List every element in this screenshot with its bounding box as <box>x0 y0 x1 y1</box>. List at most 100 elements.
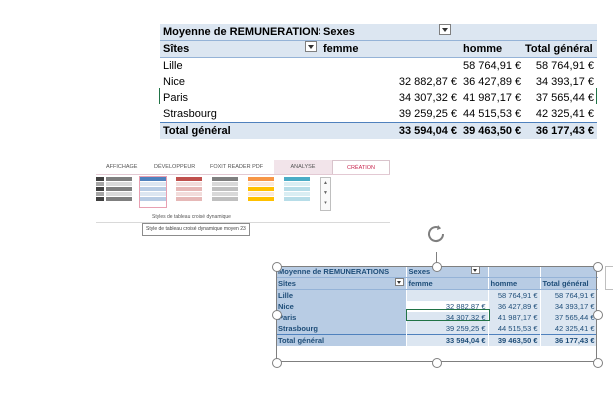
tab-foxit-reader-pdf[interactable]: FOXIT READER PDF <box>210 160 263 174</box>
row-label[interactable]: Lille <box>276 289 407 301</box>
pivot-table-preview: Moyenne de REMUNERATIONS Sexes Sîtes fem… <box>276 266 598 346</box>
col-field-cell[interactable]: Sexes <box>406 266 489 278</box>
value-cell[interactable]: 32 882,87 € <box>320 74 460 90</box>
style-swatch[interactable] <box>248 177 274 207</box>
row-label[interactable]: Strasbourg <box>276 323 407 335</box>
col-header-total: Total général <box>522 40 597 58</box>
active-cell-border <box>406 309 490 321</box>
value-cell[interactable]: 34 307,32 € <box>320 90 460 106</box>
selected-pivot-image[interactable]: Moyenne de REMUNERATIONS Sexes Sîtes fem… <box>272 225 603 368</box>
value-cell[interactable]: 34 393,17 € <box>522 74 597 90</box>
row-label[interactable]: Paris <box>160 90 320 106</box>
value-cell[interactable]: 33 594,04 € <box>406 334 489 346</box>
col-header-homme: homme <box>460 40 522 58</box>
value-cell[interactable]: 42 325,41 € <box>522 106 597 123</box>
gallery-group-label: Styles de tableau croisé dynamique <box>152 214 231 220</box>
resize-handle-n[interactable] <box>432 262 442 272</box>
col-header-femme: femme <box>320 40 460 58</box>
row-field-label: Sîtes <box>278 279 296 288</box>
row-label[interactable]: Paris <box>276 312 407 323</box>
cell-selection-edge <box>159 88 160 104</box>
scroll-up-icon[interactable]: ▲ <box>321 178 330 188</box>
value-cell[interactable]: 58 764,91 € <box>460 58 522 75</box>
resize-handle-e[interactable] <box>593 310 603 320</box>
table-row: Paris 34 307,32 € 41 987,17 € 37 565,44 … <box>160 90 597 106</box>
value-cell[interactable]: 44 515,53 € <box>460 106 522 123</box>
table-row: Nice 32 882,87 € 36 427,89 € 34 393,17 € <box>160 74 597 90</box>
value-cell[interactable]: 42 325,41 € <box>540 323 598 335</box>
value-cell[interactable]: 36 177,43 € <box>522 122 597 139</box>
row-label[interactable]: Strasbourg <box>160 106 320 123</box>
grand-total-label[interactable]: Total général <box>160 122 320 139</box>
row-field-cell[interactable]: Sîtes <box>276 277 407 290</box>
pivot-column-header-row: Sîtes femme homme Total général <box>276 277 598 290</box>
table-row: Strasbourg 39 259,25 € 44 515,53 € 42 32… <box>160 106 597 123</box>
value-cell[interactable]: 36 427,89 € <box>460 74 522 90</box>
col-field-label: Sexes <box>408 267 431 276</box>
value-cell[interactable] <box>320 58 460 75</box>
tab-developpeur[interactable]: DÉVELOPPEUR <box>154 160 195 174</box>
pivot-title: Moyenne de REMUNERATIONS <box>160 24 320 41</box>
resize-handle-s[interactable] <box>432 358 442 368</box>
table-row: Lille 58 764,91 € 58 764,91 € <box>160 58 597 75</box>
grand-total-label[interactable]: Total général <box>276 334 407 346</box>
value-cell[interactable]: 36 177,43 € <box>540 334 598 346</box>
col-header-total: Total général <box>540 277 598 290</box>
value-cell[interactable]: 39 259,25 € <box>320 106 460 123</box>
value-cell[interactable]: 39 259,25 € <box>406 323 489 335</box>
pivot-table: Moyenne de REMUNERATIONS Sexes Sîtes fem… <box>160 24 597 139</box>
table-row: Strasbourg 39 259,25 € 44 515,53 € 42 32… <box>276 323 598 335</box>
row-label[interactable]: Nice <box>160 74 320 90</box>
grand-total-row: Total général 33 594,04 € 39 463,50 € 36… <box>276 334 598 346</box>
value-cell[interactable] <box>406 289 489 301</box>
resize-handle-se[interactable] <box>593 358 603 368</box>
col-header-femme: femme <box>406 277 489 290</box>
col-header-homme: homme <box>488 277 541 290</box>
col-field-cell[interactable]: Sexes <box>320 24 460 41</box>
style-swatch-selected[interactable] <box>139 176 167 208</box>
filter-dropdown-icon[interactable] <box>470 266 480 274</box>
value-cell[interactable]: 44 515,53 € <box>488 323 541 335</box>
value-cell[interactable]: 37 565,44 € <box>540 312 598 323</box>
col-field-label: Sexes <box>323 26 355 38</box>
filter-dropdown-icon[interactable] <box>439 24 451 35</box>
resize-handle-w[interactable] <box>272 310 282 320</box>
style-swatch[interactable] <box>176 177 202 207</box>
value-cell[interactable]: 41 987,17 € <box>488 312 541 323</box>
style-swatch[interactable] <box>96 177 104 207</box>
filter-dropdown-icon[interactable] <box>394 278 404 286</box>
value-cell[interactable]: 39 463,50 € <box>488 334 541 346</box>
pivot-title: Moyenne de REMUNERATIONS <box>276 266 407 278</box>
value-cell[interactable]: 41 987,17 € <box>460 90 522 106</box>
filter-dropdown-icon[interactable] <box>305 41 317 52</box>
cell-selection-edge <box>596 88 597 104</box>
row-label[interactable]: Nice <box>276 301 407 312</box>
resize-handle-ne[interactable] <box>593 262 603 272</box>
style-swatch[interactable] <box>284 177 310 207</box>
tab-affichage[interactable]: AFFICHAGE <box>106 160 137 174</box>
value-cell[interactable]: 39 463,50 € <box>460 122 522 139</box>
row-field-cell[interactable]: Sîtes <box>160 40 320 58</box>
value-cell[interactable]: 36 427,89 € <box>488 301 541 312</box>
resize-handle-sw[interactable] <box>272 358 282 368</box>
style-swatch[interactable] <box>212 177 238 207</box>
tab-creation[interactable]: CRÉATION <box>332 160 390 175</box>
value-cell[interactable]: 58 764,91 € <box>522 58 597 75</box>
tab-divider <box>96 174 390 175</box>
value-cell[interactable]: 34 393,17 € <box>540 301 598 312</box>
rotate-handle-icon[interactable] <box>424 222 448 246</box>
scroll-down-icon[interactable]: ▼ <box>321 188 330 198</box>
resize-handle-nw[interactable] <box>272 262 282 272</box>
value-cell[interactable]: 37 565,44 € <box>522 90 597 106</box>
layout-options-button[interactable] <box>605 266 613 290</box>
style-swatch[interactable] <box>106 177 132 207</box>
expand-gallery-icon[interactable]: ▾ <box>321 198 330 208</box>
row-label[interactable]: Lille <box>160 58 320 75</box>
gallery-scroll-buttons[interactable]: ▲ ▼ ▾ <box>320 177 331 211</box>
pivot-style-gallery[interactable] <box>96 176 332 213</box>
tab-analyse[interactable]: ANALYSE <box>274 160 332 174</box>
value-cell[interactable]: 58 764,91 € <box>540 289 598 301</box>
value-cell[interactable]: 58 764,91 € <box>488 289 541 301</box>
pivot-column-header-row: Sîtes femme homme Total général <box>160 40 597 58</box>
value-cell[interactable]: 33 594,04 € <box>320 122 460 139</box>
